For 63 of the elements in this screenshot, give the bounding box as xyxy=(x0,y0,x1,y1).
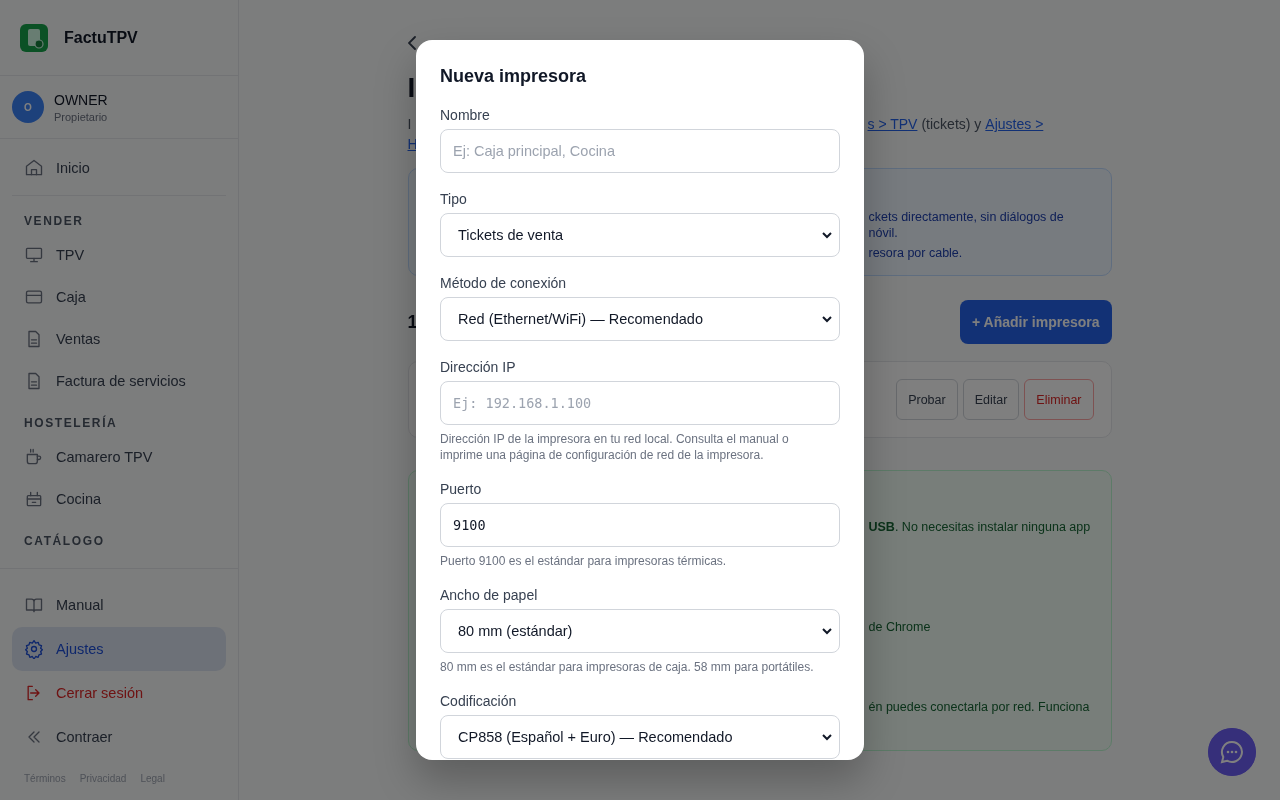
settings-icon xyxy=(24,639,44,659)
section-heading: HOSTELERÍA xyxy=(23,416,119,430)
chevron-down-icon xyxy=(821,731,833,743)
select-field[interactable]: 80 mm (estándar) xyxy=(440,609,840,653)
select-field[interactable]: Tickets de venta xyxy=(440,213,840,257)
settings-link[interactable]: Ajustes > xyxy=(985,114,1044,134)
field-help: Dirección IP de la impresora en tu red local. Consulta el manual o imprime una página de configuración de red de la impresora. xyxy=(440,431,790,463)
intro-text: I xyxy=(407,116,412,132)
monitor-icon xyxy=(24,245,44,265)
sidebar-item[interactable]: TPV xyxy=(12,234,226,276)
house-icon xyxy=(24,158,44,178)
section-heading: CATÁLOGO xyxy=(23,534,106,548)
settings-link[interactable]: H xyxy=(407,136,418,152)
field-label: Dirección IP xyxy=(440,359,517,375)
user-name: OWNER xyxy=(54,91,108,108)
sidebar-item[interactable]: Ventas xyxy=(12,318,226,360)
page-title: I xyxy=(407,72,416,104)
field-label: Método de conexión xyxy=(440,275,568,291)
field-label: Tipo xyxy=(440,191,468,207)
usb-info-text: USB. No necesitas instalar ninguna app xyxy=(868,519,1092,535)
settings-link[interactable]: s > TPV xyxy=(867,114,918,134)
sidebar-item[interactable]: Cerrar sesión xyxy=(12,671,226,715)
info-text: nóvil. xyxy=(868,225,899,241)
sidebar-item[interactable]: Manual xyxy=(12,583,226,627)
sidebar-item[interactable]: Camarero TPV xyxy=(12,436,226,478)
dialog-title: Nueva impresora xyxy=(440,66,588,87)
app-name: FactuTPV xyxy=(64,28,138,47)
intro-text: (tickets) y xyxy=(921,115,982,134)
app-logo-icon xyxy=(20,23,48,52)
user-avatar: O xyxy=(12,91,44,123)
input-field[interactable]: Ej: 192.168.1.100 xyxy=(440,381,840,425)
pot-icon xyxy=(24,489,44,509)
select-field[interactable]: Red (Ethernet/WiFi) — Recomendado xyxy=(440,297,840,341)
printer-count: 1 xyxy=(407,311,418,333)
user-role: Propietario xyxy=(54,110,108,123)
section-heading: VENDER xyxy=(23,214,85,228)
field-label: Puerto xyxy=(440,481,483,497)
field-label: Codificación xyxy=(440,693,518,709)
field-help: Puerto 9100 es el estándar para impresoras térmicas. xyxy=(440,553,728,569)
usb-info-text: én puedes conectarla por red. Funciona xyxy=(868,699,1091,715)
field-label: Nombre xyxy=(440,107,491,123)
usb-info-text: de Chrome xyxy=(868,619,932,635)
sidebar-item[interactable]: Inicio xyxy=(12,147,226,189)
chevron-down-icon xyxy=(821,625,833,637)
add-printer-button[interactable]: + Añadir impresora xyxy=(960,300,1112,344)
field-help: 80 mm es el estándar para impresoras de caja. 58 mm para portátiles. xyxy=(440,659,815,675)
info-text: ckets directamente, sin diálogos de xyxy=(868,209,1065,225)
info-text: resora por cable. xyxy=(868,245,964,261)
sidebar-item[interactable]: Factura de servicios xyxy=(12,360,226,402)
chevron-down-icon xyxy=(821,229,833,241)
printer-action-button[interactable]: Probar xyxy=(896,379,958,420)
chevron-down-icon xyxy=(821,313,833,325)
select-field[interactable]: CP858 (Español + Euro) — Recomendado xyxy=(440,715,840,759)
field-label: Ancho de papel xyxy=(440,587,539,603)
delete-button[interactable]: Eliminar xyxy=(1024,379,1094,420)
cup-icon xyxy=(24,447,44,467)
sidebar-item[interactable]: Ajustes xyxy=(12,627,226,671)
printer-action-button[interactable]: Editar xyxy=(962,379,1020,420)
input-field[interactable]: 9100 xyxy=(440,503,840,547)
sidebar-item[interactable]: Cocina xyxy=(12,478,226,520)
sidebar-item[interactable]: Caja xyxy=(12,276,226,318)
sidebar-item[interactable]: Contraer xyxy=(12,715,226,759)
input-field[interactable]: Ej: Caja principal, Cocina xyxy=(440,129,840,173)
